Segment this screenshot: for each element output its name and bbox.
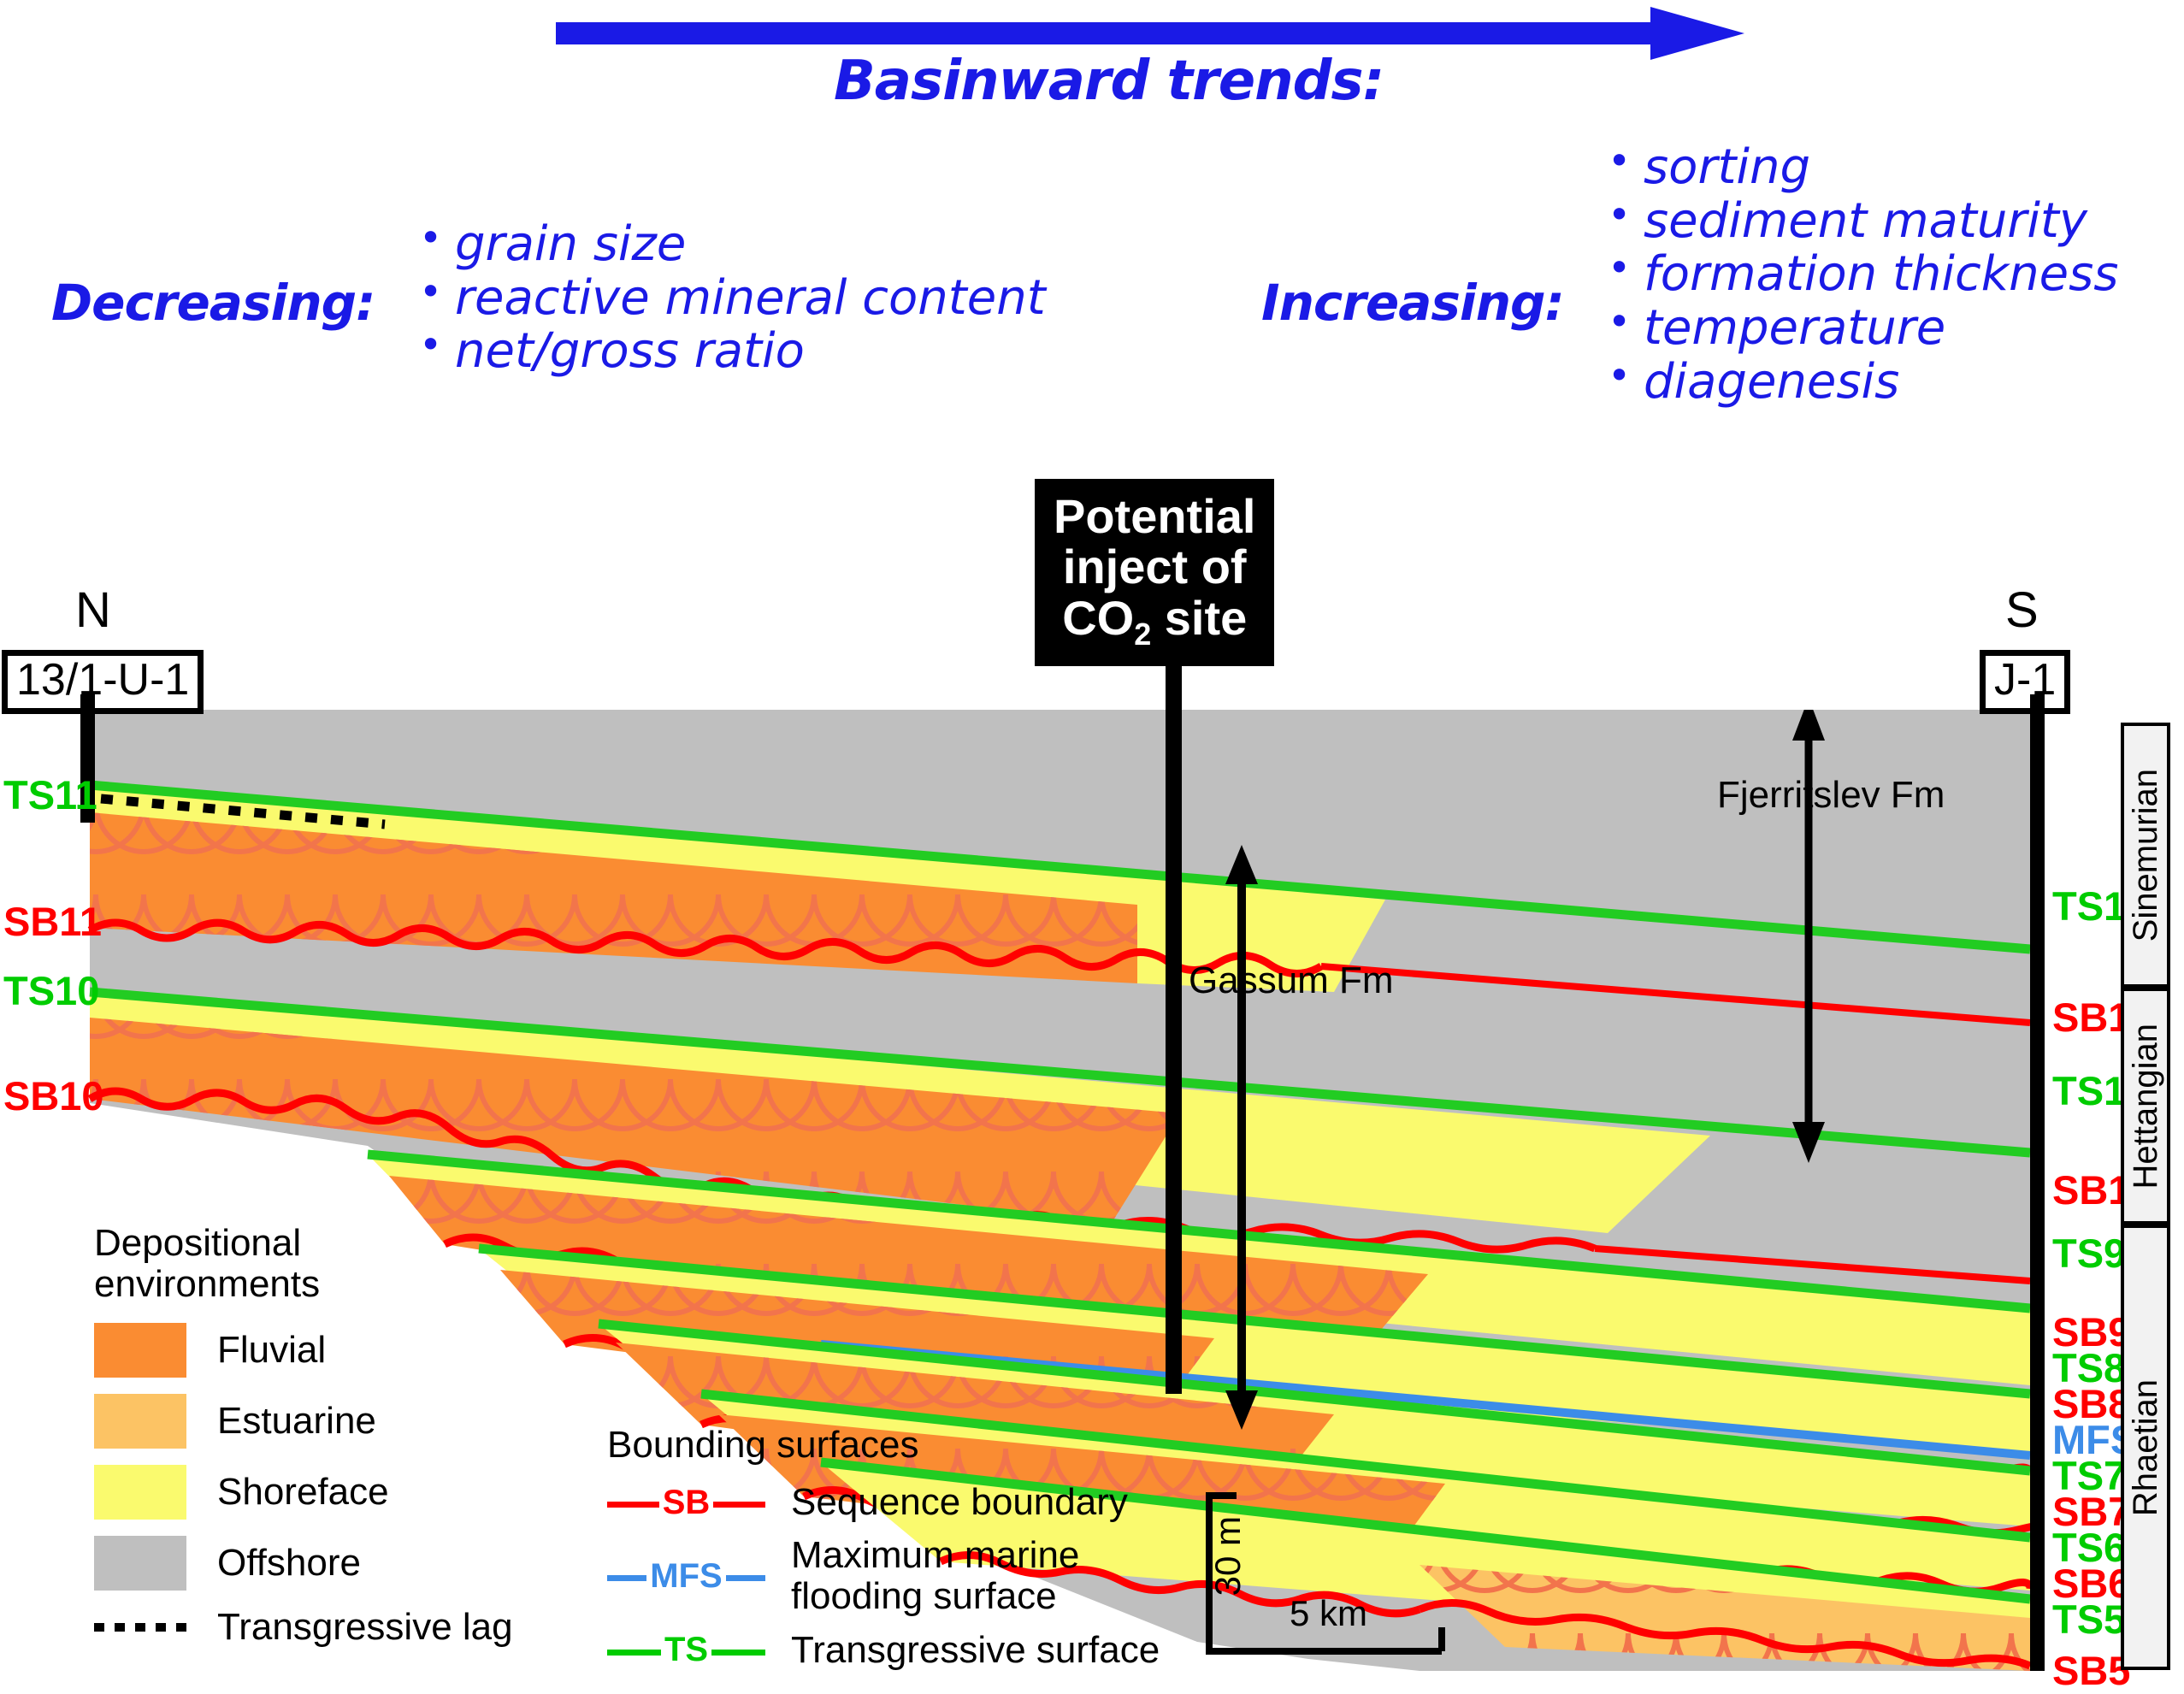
co2-subscript: 2	[1134, 616, 1152, 652]
chrono-label: Sinemurian	[2126, 768, 2164, 942]
transgressive-lag-swatch	[94, 1623, 186, 1632]
legend-abbreviation: MFS	[646, 1556, 726, 1596]
chrono-cell-rhaetian: Rhaetian	[2121, 1225, 2170, 1670]
chrono-label: Rhaetian	[2126, 1378, 2164, 1516]
legend-item-label-line: Maximum marine	[791, 1534, 1080, 1576]
surface-label-ts10: TS10	[3, 968, 100, 1013]
list-item: net/gross ratio	[419, 323, 1046, 379]
legend-item-label: Transgressive lag	[217, 1606, 513, 1649]
legend-item-label-line: flooding surface	[791, 1575, 1057, 1618]
list-item: grain size	[419, 216, 1046, 272]
legend-item-label: Fluvial	[217, 1329, 327, 1372]
legend-item-estuarine: Estuarine	[94, 1389, 513, 1454]
callout-line-1: Potential	[1054, 489, 1256, 543]
legend-line-key: MFS	[607, 1552, 765, 1600]
legend-line-key: SB	[607, 1479, 765, 1526]
surface-label-ts11: TS11	[3, 772, 97, 817]
co2-post: site	[1151, 590, 1248, 645]
well-label-right[interactable]: J-1	[1980, 650, 2071, 715]
color-swatch	[94, 1323, 186, 1378]
legend-bounding-surfaces: Bounding surfaces SB Sequence boundary MFS…	[607, 1424, 1160, 1683]
list-item: diagenesis	[1608, 354, 2118, 410]
legend-item-label-line: Sequence boundary	[791, 1480, 1128, 1523]
increasing-label: Increasing:	[1261, 274, 1565, 332]
legend-depositional-environments: Depositional environments Fluvial Estuari…	[94, 1223, 513, 1649]
list-item: sorting	[1608, 139, 2118, 195]
basinward-title: Basinward trends:	[834, 50, 1384, 113]
scale-bar-vertical-label: 30 m	[1207, 1516, 1248, 1597]
chrono-cell-sinemurian: Sinemurian	[2121, 723, 2170, 989]
callout-line-3: CO2 site	[1054, 593, 1255, 651]
legend-abbreviation: TS	[660, 1631, 712, 1670]
legend-item-transgressive-lag: Transgressive lag	[94, 1606, 513, 1649]
list-item: reactive mineral content	[419, 270, 1046, 326]
legend-abbreviation: SB	[658, 1483, 714, 1522]
formation-label-gassum: Gassum Fm	[1189, 959, 1394, 1001]
legend-item-label-line: Transgressive surface	[791, 1628, 1160, 1671]
legend-title: Depositional environments	[94, 1223, 513, 1304]
list-item: temperature	[1608, 300, 2118, 356]
formation-label-fjerritslev: Fjerritslev Fm	[1717, 774, 1945, 816]
co2-pre: CO	[1062, 590, 1135, 645]
scale-bar: 30 m 5 km	[1197, 1484, 1454, 1663]
well-label-left[interactable]: 13/1-U-1	[2, 650, 204, 715]
well-track-right	[2030, 694, 2045, 1671]
legend-title-line-2: environments	[94, 1262, 321, 1305]
chronostratigraphy-column: Sinemurian Hettangian Rhaetian	[2121, 723, 2170, 1670]
chrono-cell-hettangian: Hettangian	[2121, 988, 2170, 1225]
legend-swatch-list: Fluvial Estuarine Shoreface Offshore	[94, 1318, 513, 1596]
legend-item-label: Estuarine	[217, 1400, 376, 1443]
legend-title-line-1: Depositional	[94, 1222, 302, 1264]
increasing-list: sorting sediment maturity formation thic…	[1608, 139, 2118, 410]
injection-site-callout[interactable]: Potential inject of CO2 site	[1035, 479, 1275, 667]
legend-item-label: Transgressive surface	[791, 1628, 1160, 1671]
legend-item-label: Offshore	[217, 1542, 361, 1585]
list-item: sediment maturity	[1608, 193, 2118, 249]
legend-line-key: TS	[607, 1626, 765, 1674]
callout-line-2: inject of	[1062, 540, 1247, 594]
legend-item-offshore: Offshore	[94, 1531, 513, 1596]
scale-bar-horizontal-label: 5 km	[1290, 1593, 1368, 1633]
compass-north: N	[75, 582, 111, 638]
legend-item-mfs: MFS Maximum marine flooding surface	[607, 1534, 1160, 1618]
legend-item-label: Shoreface	[217, 1471, 389, 1514]
color-swatch	[94, 1465, 186, 1520]
legend-item-label: Sequence boundary	[791, 1480, 1128, 1523]
legend-item-ts: TS Transgressive surface	[607, 1626, 1160, 1674]
legend-item-label: Maximum marine flooding surface	[791, 1534, 1080, 1618]
surface-label-sb11: SB11	[3, 899, 102, 944]
legend-title: Bounding surfaces	[607, 1424, 919, 1466]
legend-surface-list: SB Sequence boundary MFS Maximum marine floo…	[607, 1479, 1160, 1674]
legend-item-fluvial: Fluvial	[94, 1318, 513, 1383]
surface-label-sb10: SB10	[3, 1073, 104, 1119]
decreasing-label: Decreasing:	[51, 274, 375, 332]
legend-item-sb: SB Sequence boundary	[607, 1479, 1160, 1526]
injection-site-pointer	[1166, 590, 1182, 1394]
color-swatch	[94, 1536, 186, 1591]
decreasing-list: grain size reactive mineral content net/…	[419, 216, 1046, 379]
chrono-label: Hettangian	[2126, 1023, 2164, 1189]
color-swatch	[94, 1394, 186, 1449]
compass-south: S	[2005, 582, 2039, 638]
list-item: formation thickness	[1608, 246, 2118, 302]
legend-item-shoreface: Shoreface	[94, 1460, 513, 1525]
